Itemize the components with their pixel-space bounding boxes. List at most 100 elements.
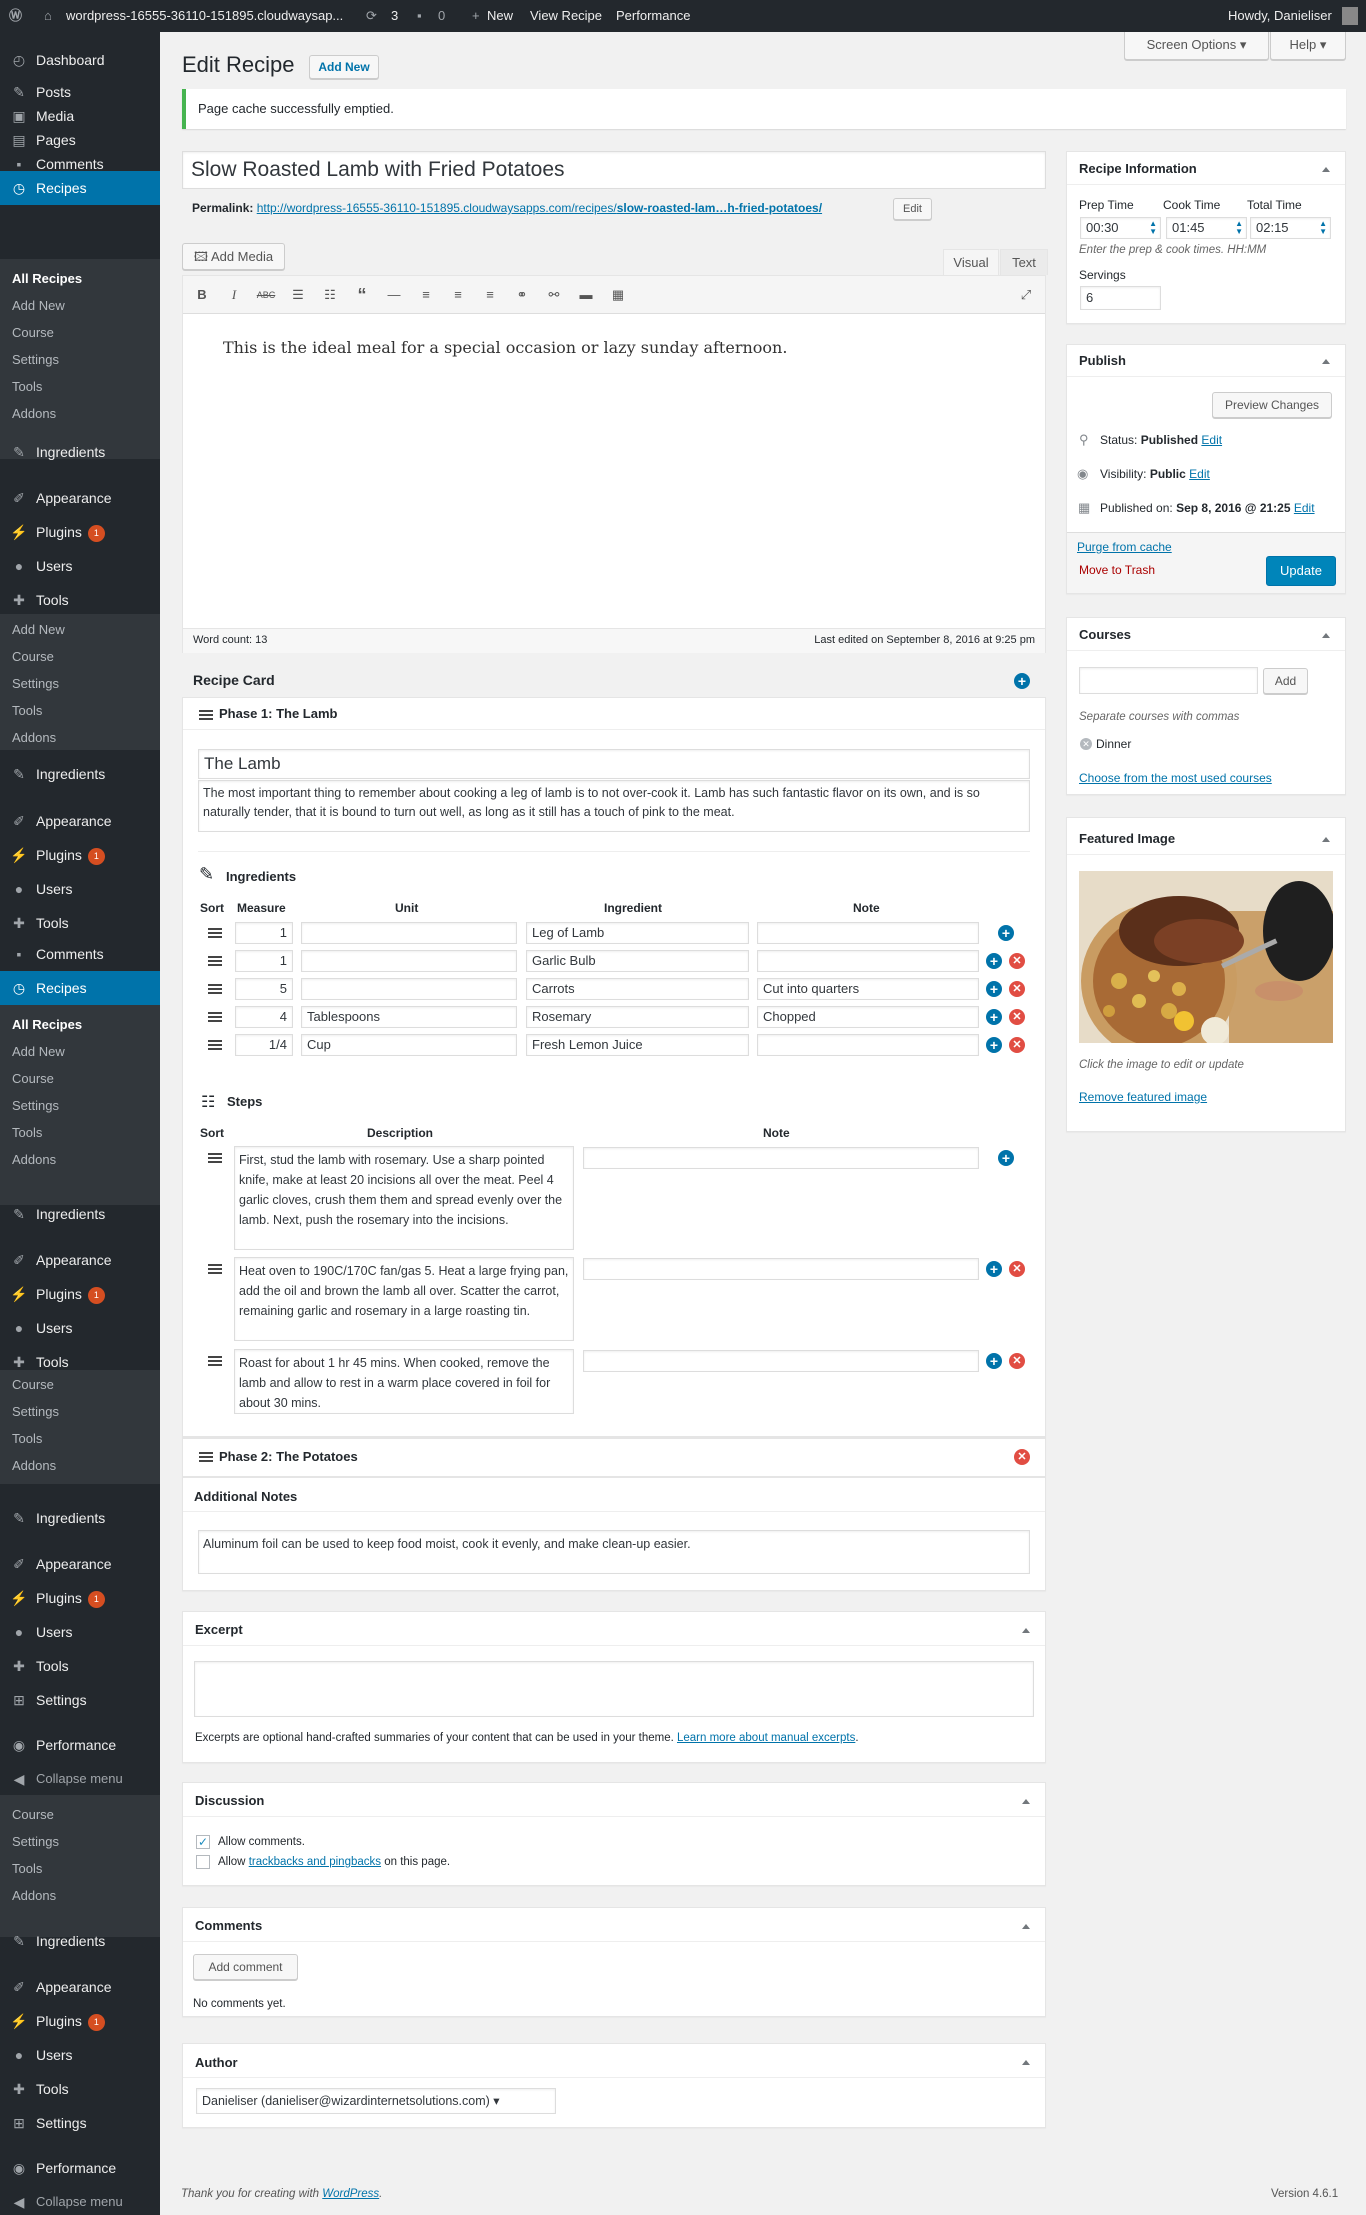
- step-note-input[interactable]: [583, 1350, 979, 1372]
- submenu-addons[interactable]: Addons: [0, 724, 160, 751]
- menu-appearance[interactable]: ✐ Appearance: [0, 1243, 160, 1277]
- fullscreen-icon[interactable]: ⤢: [1014, 282, 1038, 308]
- performance-link[interactable]: Performance: [616, 0, 690, 32]
- step-description-textarea[interactable]: First, stud the lamb with rosemary. Use …: [234, 1146, 574, 1250]
- spinner-icon[interactable]: ▲ ▼: [1149, 220, 1157, 236]
- ingredient-name-input[interactable]: Garlic Bulb: [526, 950, 749, 972]
- preview-changes-button[interactable]: Preview Changes: [1212, 392, 1332, 418]
- comments-count[interactable]: 0: [438, 0, 445, 32]
- add-step-icon[interactable]: +: [998, 1150, 1014, 1166]
- ingredient-name-input[interactable]: Carrots: [526, 978, 749, 1000]
- excerpt-textarea[interactable]: [194, 1661, 1034, 1717]
- permalink-link[interactable]: http://wordpress-16555-36110-151895.clou…: [257, 201, 822, 215]
- spinner-icon[interactable]: ▲ ▼: [1319, 220, 1327, 236]
- menu-users[interactable]: ● Users: [0, 1311, 160, 1345]
- screen-options-button[interactable]: Screen Options ▾: [1124, 32, 1269, 60]
- ingredient-name-input[interactable]: Leg of Lamb: [526, 922, 749, 944]
- add-comment-button[interactable]: Add comment: [193, 1954, 298, 1980]
- drag-handle-icon[interactable]: [208, 984, 222, 994]
- align-right-icon[interactable]: ≡: [478, 282, 502, 308]
- menu-users[interactable]: ● Users: [0, 2038, 160, 2072]
- ingredient-name-input[interactable]: Fresh Lemon Juice: [526, 1034, 749, 1056]
- menu-users[interactable]: ● Users: [0, 872, 160, 906]
- collapse-arrow-icon[interactable]: [1022, 1799, 1030, 1804]
- strikethrough-icon[interactable]: ABC: [254, 282, 278, 308]
- add-ingredient-icon[interactable]: +: [998, 925, 1014, 941]
- post-title-input[interactable]: Slow Roasted Lamb with Fried Potatoes: [182, 151, 1046, 189]
- add-step-icon[interactable]: +: [986, 1353, 1002, 1369]
- ingredient-unit-input[interactable]: [301, 978, 517, 1000]
- ingredient-measure-input[interactable]: 1/4: [235, 1034, 293, 1056]
- ingredient-measure-input[interactable]: 1: [235, 922, 293, 944]
- remove-step-icon[interactable]: ✕: [1009, 1353, 1025, 1369]
- collapse-arrow-icon[interactable]: [1322, 633, 1330, 638]
- new-link[interactable]: New: [487, 0, 513, 32]
- drag-handle-icon[interactable]: [208, 1040, 222, 1050]
- ingredient-name-input[interactable]: Rosemary: [526, 1006, 749, 1028]
- menu-plugins[interactable]: ⚡ Plugins 1: [0, 2004, 160, 2038]
- toolbar-toggle-icon[interactable]: ▦: [606, 282, 630, 308]
- add-ingredient-icon[interactable]: +: [986, 1009, 1002, 1025]
- allow-pings-checkbox[interactable]: [196, 1855, 210, 1869]
- submenu-course[interactable]: Course: [0, 1371, 160, 1398]
- step-note-input[interactable]: [583, 1258, 979, 1280]
- visibility-edit-link[interactable]: Edit: [1189, 467, 1210, 481]
- submenu-settings[interactable]: Settings: [0, 1092, 160, 1119]
- menu-ingredients[interactable]: ✎ Ingredients: [0, 1197, 160, 1231]
- tab-text[interactable]: Text: [1000, 249, 1048, 275]
- ingredient-note-input[interactable]: Cut into quarters: [757, 978, 979, 1000]
- featured-image-thumbnail[interactable]: [1079, 871, 1333, 1043]
- drag-handle-icon[interactable]: [208, 1012, 222, 1022]
- menu-appearance[interactable]: ✐ Appearance: [0, 1970, 160, 2004]
- add-ingredient-icon[interactable]: +: [986, 953, 1002, 969]
- menu-performance[interactable]: ◉ Performance: [0, 1728, 160, 1762]
- remove-ingredient-icon[interactable]: ✕: [1009, 981, 1025, 997]
- howdy-user[interactable]: Howdy, Danieliser: [1228, 0, 1332, 32]
- submenu-settings[interactable]: Settings: [0, 1398, 160, 1425]
- total-time-input[interactable]: 02:15 ▲ ▼: [1250, 217, 1331, 239]
- avatar[interactable]: [1342, 7, 1358, 25]
- menu-comments[interactable]: ▪ Comments: [0, 937, 160, 971]
- phase-2-title[interactable]: Phase 2: The Potatoes: [219, 1449, 358, 1464]
- phase-name-input[interactable]: The Lamb: [198, 749, 1030, 779]
- collapse-arrow-icon[interactable]: [1022, 1924, 1030, 1929]
- remove-ingredient-icon[interactable]: ✕: [1009, 1009, 1025, 1025]
- wordpress-link[interactable]: WordPress: [322, 2188, 379, 2200]
- ingredient-measure-input[interactable]: 1: [235, 950, 293, 972]
- submenu-addons[interactable]: Addons: [0, 1452, 160, 1479]
- submenu-course[interactable]: Course: [0, 1065, 160, 1092]
- add-step-icon[interactable]: +: [986, 1261, 1002, 1277]
- collapse-menu[interactable]: ◀ Collapse menu: [0, 2185, 160, 2215]
- menu-ingredients[interactable]: ✎ Ingredients: [0, 1924, 160, 1958]
- allow-comments-checkbox[interactable]: ✓: [196, 1835, 210, 1849]
- spinner-icon[interactable]: ▲ ▼: [1235, 220, 1243, 236]
- menu-tools[interactable]: ✚ Tools: [0, 906, 160, 940]
- link-icon[interactable]: ⚭: [510, 282, 534, 308]
- site-name-link[interactable]: wordpress-16555-36110-151895.cloudwaysap…: [66, 0, 343, 32]
- submenu-addons[interactable]: Addons: [0, 400, 160, 427]
- remove-ingredient-icon[interactable]: ✕: [1009, 953, 1025, 969]
- submenu-settings[interactable]: Settings: [0, 346, 160, 373]
- drag-handle-icon[interactable]: [208, 928, 222, 938]
- submenu-course[interactable]: Course: [0, 319, 160, 346]
- add-course-button[interactable]: Add: [1263, 668, 1308, 694]
- menu-performance[interactable]: ◉ Performance: [0, 2151, 160, 2185]
- menu-appearance[interactable]: ✐ Appearance: [0, 1547, 160, 1581]
- menu-users[interactable]: ● Users: [0, 1615, 160, 1649]
- submenu-tools[interactable]: Tools: [0, 1119, 160, 1146]
- collapse-arrow-icon[interactable]: [1322, 359, 1330, 364]
- add-ingredient-icon[interactable]: +: [986, 981, 1002, 997]
- menu-plugins[interactable]: ⚡ Plugins 1: [0, 1277, 160, 1311]
- submenu-tools[interactable]: Tools: [0, 1855, 160, 1882]
- blockquote-icon[interactable]: “: [350, 282, 374, 308]
- menu-ingredients[interactable]: ✎ Ingredients: [0, 435, 160, 469]
- wordpress-logo-icon[interactable]: Ⓦ: [9, 0, 22, 32]
- submenu-course[interactable]: Course: [0, 643, 160, 670]
- menu-recipes[interactable]: ◷ Recipes: [0, 171, 160, 205]
- additional-notes-textarea[interactable]: Aluminum foil can be used to keep food m…: [198, 1530, 1030, 1574]
- submenu-settings[interactable]: Settings: [0, 1828, 160, 1855]
- add-media-button[interactable]: 🖾 Add Media: [182, 243, 285, 270]
- submenu-settings[interactable]: Settings: [0, 670, 160, 697]
- ingredient-unit-input[interactable]: [301, 950, 517, 972]
- menu-appearance[interactable]: ✐ Appearance: [0, 804, 160, 838]
